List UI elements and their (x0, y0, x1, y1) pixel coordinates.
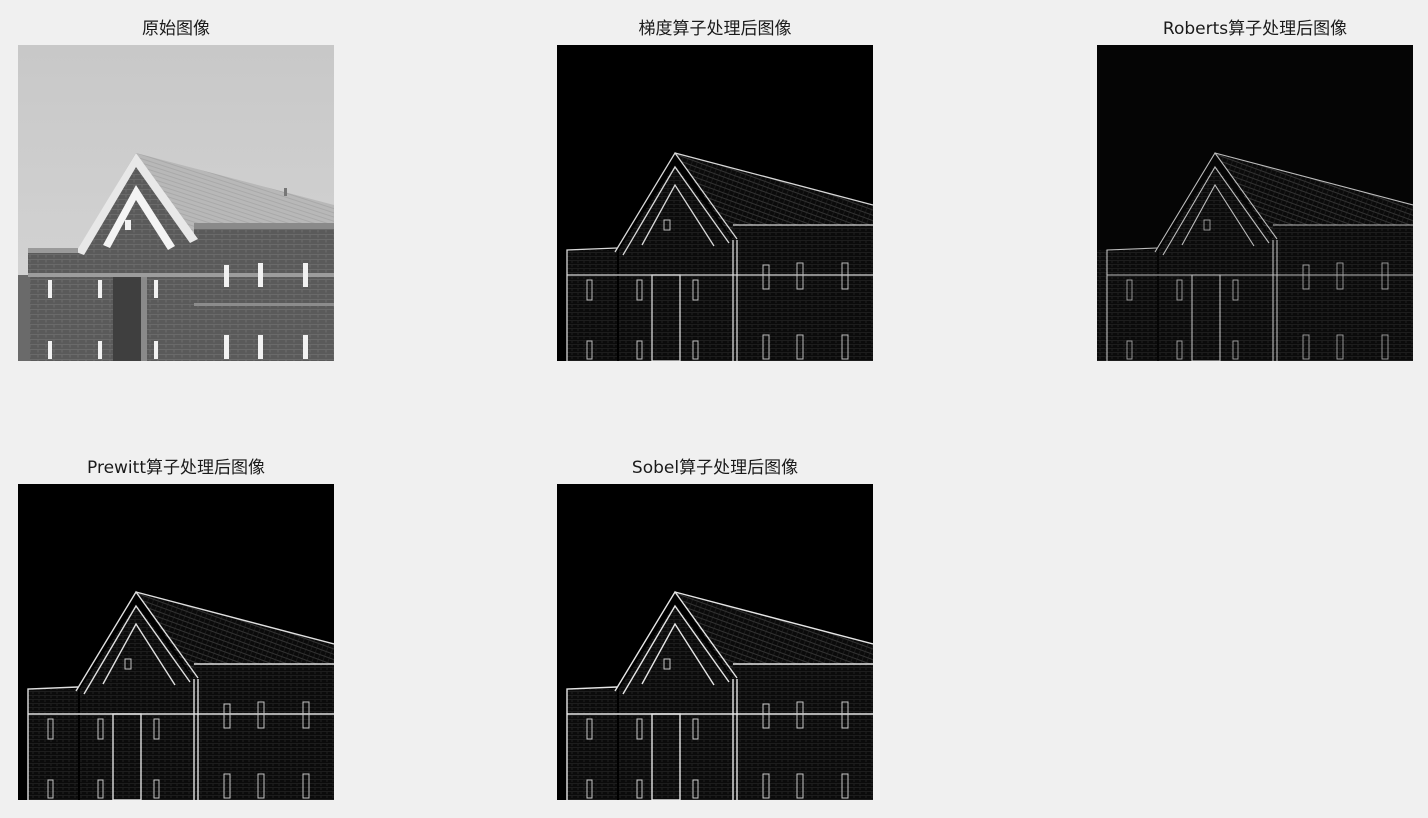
panel-title: 原始图像 (142, 19, 210, 39)
panel-title: Roberts算子处理后图像 (1162, 19, 1348, 39)
figure-window: 原始图像 梯度算子处理后图像 Roberts算子处理后图像 Prewitt算子处… (0, 0, 1428, 818)
sobel-edge-image (557, 484, 873, 800)
panel-title: Sobel算子处理后图像 (631, 458, 799, 478)
original-image (18, 45, 334, 361)
gradient-edge-image (557, 45, 873, 361)
panel-title: 梯度算子处理后图像 (638, 19, 792, 39)
prewitt-edge-image (18, 484, 334, 800)
roberts-edge-image (1097, 45, 1413, 361)
panel-title: Prewitt算子处理后图像 (87, 458, 265, 478)
